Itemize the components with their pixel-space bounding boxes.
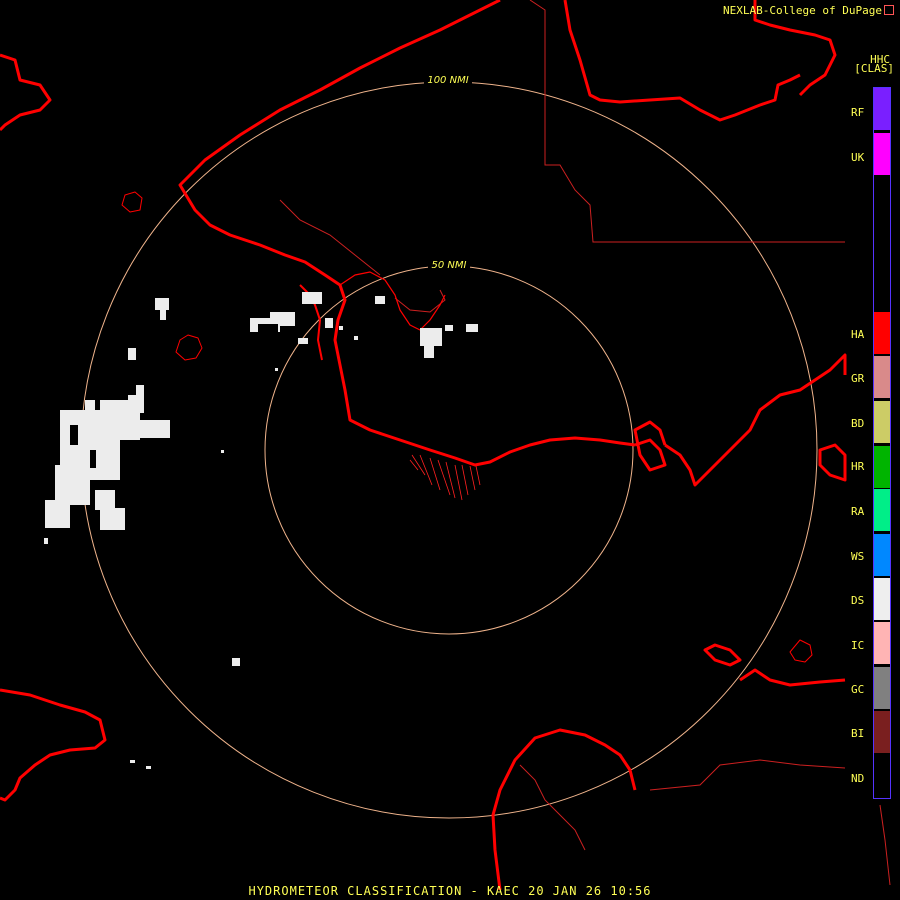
ring-label-50: 50 NMI xyxy=(432,260,467,271)
range-ring-100 xyxy=(80,81,818,819)
legend-swatch-bi xyxy=(874,711,890,753)
legend-swatch-bd xyxy=(874,401,890,443)
legend-swatch-gc xyxy=(874,667,890,709)
legend-label-hr: HR xyxy=(851,460,865,473)
credit-text: NEXLAB-College of DuPage xyxy=(723,4,894,17)
legend-swatch-uk xyxy=(874,133,890,175)
legend-label-ds: DS xyxy=(851,594,865,607)
legend-swatch-ds xyxy=(874,578,890,620)
legend-label-bi: BI xyxy=(851,727,865,740)
echo-specks xyxy=(130,326,358,769)
legend-swatch-ic xyxy=(874,622,890,664)
legend-swatch-hr xyxy=(874,446,890,488)
legend-label-gr: GR xyxy=(851,372,865,385)
legend-label-rf: RF xyxy=(851,106,865,119)
product-footer: HYDROMETEOR CLASSIFICATION - KAEC 20 JAN… xyxy=(248,884,652,898)
legend-label-gc: GC xyxy=(851,683,865,696)
legend-label-uk: UK xyxy=(851,151,865,164)
legend-label-ws: WS xyxy=(851,550,865,563)
radar-map: 100 NMI 50 NMI xyxy=(0,0,891,891)
legend-label-ic: IC xyxy=(851,639,865,652)
legend-label-ra: RA xyxy=(851,505,865,518)
coastlines xyxy=(0,0,847,891)
legend-swatch-gr xyxy=(874,356,890,398)
legend-label-ha: HA xyxy=(851,328,865,341)
external-link-icon[interactable] xyxy=(884,5,894,15)
legend-swatch-ha xyxy=(874,312,890,354)
scan-mode: [CLAS] xyxy=(854,62,894,75)
legend-label-bd: BD xyxy=(851,417,865,430)
legend-swatch-ra xyxy=(874,489,890,531)
radar-display: 100 NMI 50 NMI NEXLAB-College of DuPage … xyxy=(0,0,900,900)
precipitation-echoes xyxy=(44,292,478,666)
legend-swatch-rf xyxy=(874,88,890,130)
boundary-lines xyxy=(279,0,891,886)
legend-swatch-ws xyxy=(874,534,890,576)
credit-label: NEXLAB-College of DuPage xyxy=(723,4,882,17)
ring-label-100: 100 NMI xyxy=(427,75,468,86)
legend-label-nd: ND xyxy=(851,772,865,785)
legend-swatch-nd xyxy=(874,756,890,798)
